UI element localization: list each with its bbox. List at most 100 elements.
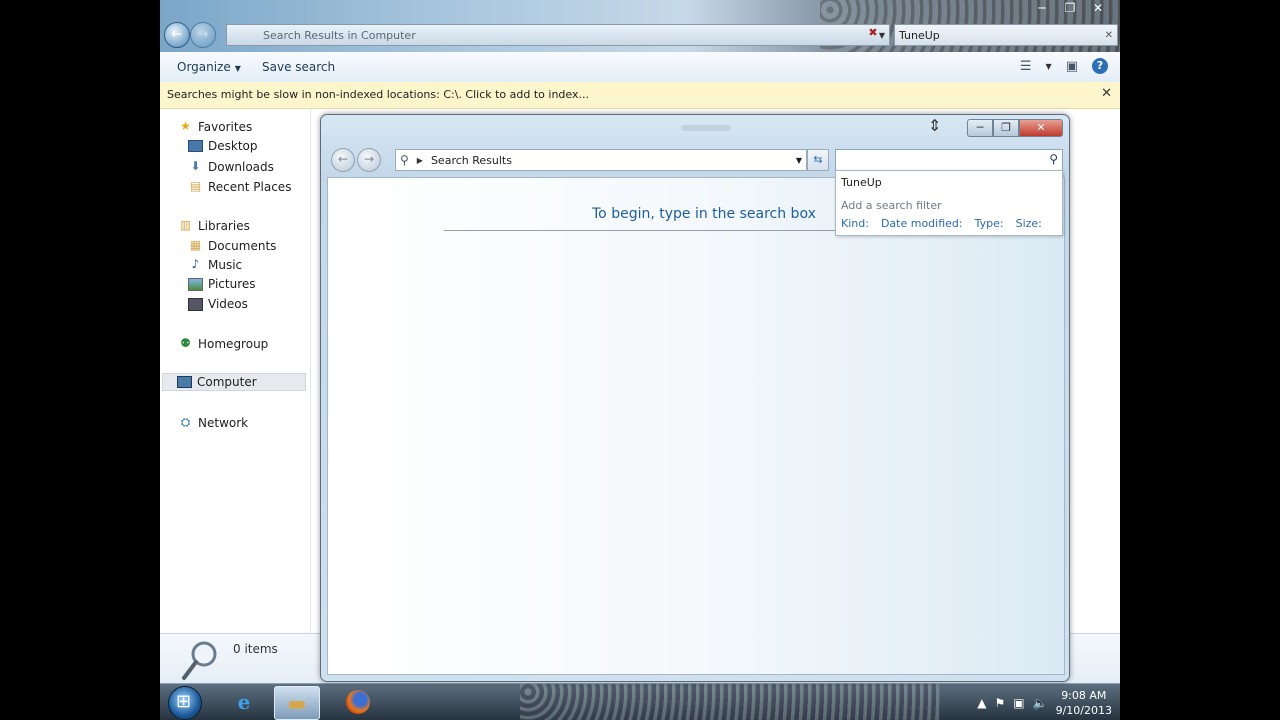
save-search-button[interactable]: Save search [262,60,335,74]
nav-videos[interactable]: Videos [188,297,248,311]
outer-search-box[interactable]: TuneUp ✕ [894,24,1118,46]
clock-time: 9:08 AM [1061,688,1107,702]
dialog-search-input[interactable] [840,150,1034,170]
window-controls: ─ ❐ ✕ [1028,0,1112,18]
nav-libraries[interactable]: ▥ Libraries [178,218,250,233]
taskbar: e ▬ ▲ ⚑ ▣ 🔈 9:08 AM 9/10/2013 [160,683,1120,720]
taskbar-decoration [520,684,940,720]
nav-music[interactable]: ♪ Music [188,257,243,272]
nav-recent-places-label: Recent Places [208,179,292,194]
nav-network-label: Network [198,415,249,430]
downloads-icon: ⬇ [190,159,201,173]
maximize-button[interactable]: ❐ [1056,0,1084,18]
documents-icon: ▦ [189,238,202,252]
search-results-window: ─ ❐ ✕ ← → ⚲ ▶ Search Results ▼ ⇆ To begi… [320,114,1070,682]
info-bar-message[interactable]: Searches might be slow in non-indexed lo… [167,88,589,101]
view-tools: ☰ ▼ ▣ ? [1020,58,1108,74]
nav-favorites[interactable]: ★ Favorites [178,119,252,134]
nav-documents-label: Documents [208,238,277,253]
dialog-content-area: To begin, type in the search box [327,177,1065,675]
nav-pictures-label: Pictures [208,277,256,291]
items-count: 0 items [233,642,278,656]
dialog-address-dropdown-icon[interactable]: ▼ [796,156,802,165]
back-button[interactable]: ← [164,22,190,48]
show-hidden-icons-icon[interactable]: ▲ [977,696,986,710]
dialog-back-button[interactable]: ← [331,148,355,172]
clear-search-icon[interactable]: ✕ [1105,30,1113,41]
music-icon: ♪ [191,257,200,271]
internet-explorer-icon[interactable]: e [222,686,266,718]
nav-homegroup[interactable]: ⚉ Homegroup [178,336,268,351]
dialog-address-bar[interactable]: ⚲ ▶ Search Results ▼ [395,149,807,171]
firefox-logo [346,690,370,714]
minimize-button[interactable]: ─ [1028,0,1056,18]
magnifier-icon [182,641,217,680]
network-icon: ⛭ [180,415,191,429]
videos-icon [188,297,203,311]
dialog-close-button[interactable]: ✕ [1019,119,1063,137]
command-bar: Organize ▼ Save search ☰ ▼ ▣ ? [160,52,1120,83]
info-bar-close-icon[interactable]: ✕ [1101,86,1112,101]
close-button[interactable]: ✕ [1084,0,1112,18]
address-path: Search Results in Computer [263,28,416,42]
view-dropdown-icon[interactable]: ▼ [1046,62,1052,71]
dialog-address-label[interactable]: Search Results [431,154,512,167]
dialog-maximize-button[interactable]: ❐ [993,119,1019,137]
dialog-title-blur [681,125,731,131]
outer-search-value: TuneUp [899,28,940,42]
dialog-window-controls: ─ ❐ ✕ [967,119,1063,137]
nav-favorites-label: Favorites [198,119,253,134]
nav-desktop[interactable]: Desktop [188,139,258,153]
nav-pictures[interactable]: Pictures [188,277,256,291]
clock-date: 9/10/2013 [1055,703,1112,717]
dialog-search-box[interactable]: ⚲ [835,149,1063,171]
filter-date-modified[interactable]: Date modified: [881,217,963,230]
nav-documents[interactable]: ▦ Documents [188,238,277,253]
volume-icon[interactable]: 🔈 [1033,696,1048,710]
search-go-icon[interactable]: ⚲ [1049,152,1058,166]
computer-icon [177,376,192,388]
clock[interactable]: 9:08 AM 9/10/2013 [1056,688,1112,718]
action-center-flag-icon[interactable]: ⚑ [995,696,1006,710]
explorer-titlebar: ─ ❐ ✕ ← → Search Results in Computer ▼ ✖… [160,0,1120,52]
desktop-screen: ─ ❐ ✕ ← → Search Results in Computer ▼ ✖… [160,0,1120,720]
search-filters: Kind: Date modified: Type: Size: [841,217,1042,230]
dialog-search-location-icon: ⚲ [400,153,409,167]
windows-explorer-icon[interactable]: ▬ [274,686,320,720]
breadcrumb-separator-icon[interactable]: ▶ [417,156,423,165]
filter-kind[interactable]: Kind: [841,217,869,230]
filter-type[interactable]: Type: [975,217,1004,230]
nav-recent-places[interactable]: ▤ Recent Places [188,179,292,194]
nav-homegroup-label: Homegroup [198,336,269,351]
cancel-search-icon[interactable]: ✖ [864,26,882,42]
nav-libraries-label: Libraries [198,218,250,233]
help-icon[interactable]: ? [1092,58,1108,74]
organize-caret-icon: ▼ [234,64,241,73]
dialog-forward-button[interactable]: → [357,148,381,172]
firefox-icon[interactable] [336,686,380,718]
system-tray: ▲ ⚑ ▣ 🔈 9:08 AM 9/10/2013 [977,684,1120,720]
organize-button[interactable]: Organize ▼ [177,60,241,74]
add-filter-label: Add a search filter [841,199,942,212]
dialog-minimize-button[interactable]: ─ [967,119,993,137]
forward-button[interactable]: → [190,22,216,48]
nav-computer[interactable]: Computer [162,373,306,391]
libraries-icon: ▥ [179,218,192,232]
navigation-pane: ★ Favorites Desktop ⬇ Downloads ▤ Recent… [160,109,311,633]
refresh-button[interactable]: ⇆ [807,149,829,171]
start-button[interactable] [168,686,202,720]
suggestion-history-item[interactable]: TuneUp [841,176,882,189]
nav-downloads[interactable]: ⬇ Downloads [188,159,274,174]
preview-pane-icon[interactable]: ▣ [1066,59,1078,74]
address-bar[interactable]: Search Results in Computer ▼ [226,24,890,46]
nav-downloads-label: Downloads [208,159,274,174]
filter-size[interactable]: Size: [1016,217,1042,230]
nav-network[interactable]: ⛭ Network [178,415,248,430]
change-view-icon[interactable]: ☰ [1020,59,1032,74]
desktop-icon [188,140,203,152]
star-icon: ★ [180,119,191,133]
recent-places-icon: ▤ [189,179,202,193]
network-tray-icon[interactable]: ▣ [1013,696,1024,710]
info-bar[interactable]: Searches might be slow in non-indexed lo… [160,82,1120,109]
homegroup-icon: ⚉ [180,336,191,350]
